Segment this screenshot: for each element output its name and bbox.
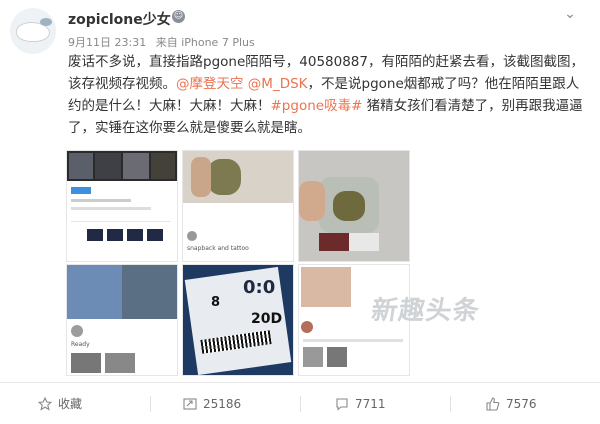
separator — [150, 396, 151, 412]
vip-badge-icon: ☺ — [172, 10, 185, 23]
image-grid: snapback and tattoo Ready 0:0 8 20D — [66, 150, 410, 376]
username[interactable]: zopiclone少女 — [68, 9, 171, 29]
tag-letters: 0:0 — [243, 277, 276, 298]
comment-button[interactable]: 7711 — [335, 383, 386, 424]
post-meta: 9月11日 23:31 来自 iPhone 7 Plus — [68, 34, 261, 50]
comment-count: 7711 — [355, 396, 386, 411]
image-thumbnail[interactable]: Ready — [66, 264, 178, 376]
post-content: 废话不多说，直接指路pgone陌陌号，40580887，有陌陌的赶紧去看，该截图… — [68, 51, 588, 139]
separator — [450, 396, 451, 412]
image-caption: Ready — [71, 341, 90, 348]
mention-link[interactable]: @摩登天空 — [176, 76, 244, 92]
separator — [300, 396, 301, 412]
tag-code: 20D — [251, 311, 283, 327]
post-source: 来自 iPhone 7 Plus — [155, 36, 255, 49]
like-button[interactable]: 7576 — [486, 383, 537, 424]
like-count: 7576 — [506, 396, 537, 411]
tag-number: 8 — [211, 295, 221, 310]
watermark-text: 新趣头条 — [369, 296, 482, 326]
image-caption: snapback and tattoo — [187, 245, 249, 252]
hashtag-link[interactable]: #pgone吸毒# — [271, 98, 363, 114]
repost-button[interactable]: 25186 — [183, 383, 241, 424]
bird-tail — [40, 18, 52, 26]
mention-link[interactable]: @M_DSK — [248, 76, 308, 92]
avatar[interactable] — [10, 8, 56, 54]
star-icon — [38, 396, 52, 411]
image-thumbnail[interactable] — [298, 150, 410, 262]
favorite-button[interactable]: 收藏 — [38, 383, 82, 424]
chevron-down-icon[interactable]: ⌄ — [562, 6, 578, 22]
repost-icon — [183, 397, 197, 410]
image-thumbnail[interactable]: snapback and tattoo — [182, 150, 294, 262]
thumbs-up-icon — [486, 396, 500, 411]
image-thumbnail[interactable] — [66, 150, 178, 262]
comment-icon — [336, 397, 348, 411]
repost-count: 25186 — [203, 396, 242, 411]
post-date[interactable]: 9月11日 23:31 — [68, 36, 146, 49]
image-thumbnail[interactable]: 0:0 8 20D — [182, 264, 294, 376]
action-bar: 收藏 25186 7711 7576 — [0, 383, 600, 424]
favorite-label: 收藏 — [58, 397, 83, 411]
